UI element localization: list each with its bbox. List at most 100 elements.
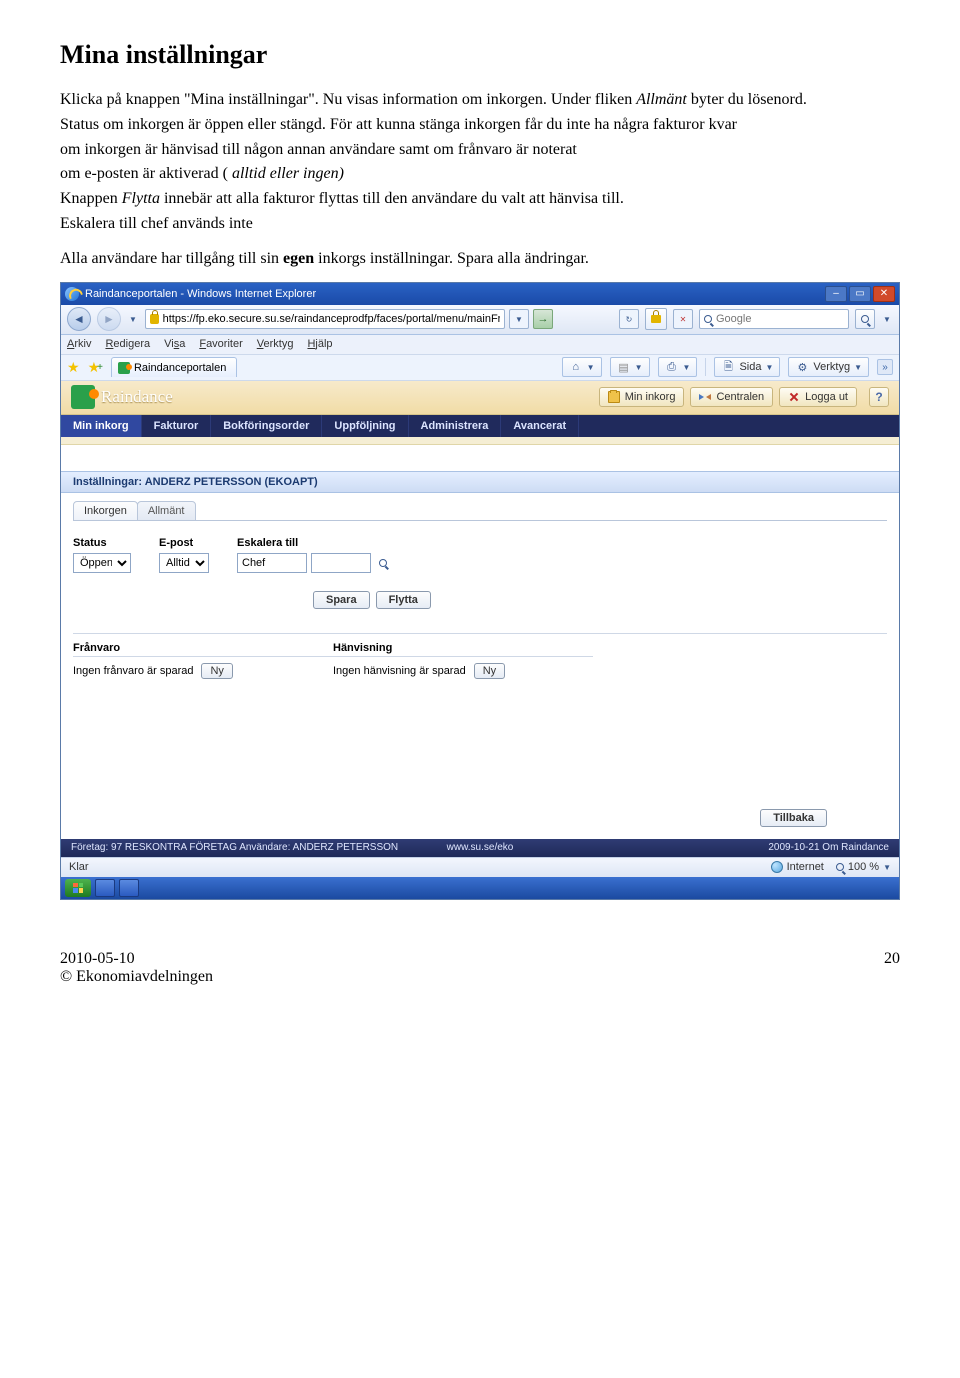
tab-favicon bbox=[118, 362, 130, 374]
browser-tabs-row: ★ ★+ Raindanceportalen ⌂▼ ▤▼ ⎙▼ 🗎Sida▼ ⚙… bbox=[61, 355, 899, 381]
go-button[interactable]: → bbox=[533, 309, 553, 329]
app-brand: Raindance bbox=[101, 387, 173, 407]
tab-inkorgen[interactable]: Inkorgen bbox=[73, 501, 138, 521]
ny-franvaro-button[interactable]: Ny bbox=[201, 663, 232, 679]
arrows-icon bbox=[699, 391, 711, 403]
tillbaka-button[interactable]: Tillbaka bbox=[760, 809, 827, 827]
footer-mid-text: www.su.se/eko bbox=[447, 842, 514, 853]
epost-label: E-post bbox=[159, 537, 209, 549]
taskbar-item[interactable] bbox=[95, 879, 115, 897]
franvaro-text: Ingen frånvaro är sparad bbox=[73, 665, 193, 677]
windows-taskbar bbox=[61, 877, 899, 899]
eskalera-code-input[interactable] bbox=[311, 553, 371, 573]
add-favorite-icon[interactable]: ★+ bbox=[88, 359, 103, 376]
search-icon bbox=[704, 315, 712, 323]
app-header: Raindance Min inkorg Centralen Logga ut … bbox=[61, 381, 899, 415]
tools-menu-button[interactable]: ⚙Verktyg▼ bbox=[788, 357, 869, 377]
epost-select[interactable]: Alltid bbox=[159, 553, 209, 573]
page-menu-button[interactable]: 🗎Sida▼ bbox=[714, 357, 780, 377]
search-button[interactable] bbox=[855, 309, 875, 329]
overflow-button[interactable]: » bbox=[877, 359, 893, 375]
address-dropdown[interactable]: ▼ bbox=[509, 309, 529, 329]
menu-uppfoljning[interactable]: Uppföljning bbox=[322, 415, 408, 437]
address-bar[interactable]: https://fp.eko.secure.su.se/raindancepro… bbox=[145, 309, 505, 329]
taskbar-item[interactable] bbox=[119, 879, 139, 897]
stop-button[interactable]: ✕ bbox=[673, 309, 693, 329]
window-title: Raindanceportalen - Windows Internet Exp… bbox=[85, 288, 316, 300]
nav-history-dropdown[interactable]: ▼ bbox=[127, 307, 139, 331]
logout-button[interactable]: Logga ut bbox=[779, 387, 857, 407]
menu-fakturor[interactable]: Fakturor bbox=[142, 415, 212, 437]
browser-window: Raindanceportalen - Windows Internet Exp… bbox=[60, 282, 900, 900]
paragraph: om inkorgen är hänvisad till någon annan… bbox=[60, 140, 900, 161]
paragraph: om e-posten är aktiverad ( alltid eller … bbox=[60, 164, 900, 185]
menu-bokforingsorder[interactable]: Bokföringsorder bbox=[211, 415, 322, 437]
search-provider-dropdown[interactable]: ▼ bbox=[881, 307, 893, 331]
zoom-icon bbox=[836, 863, 844, 871]
search-box[interactable]: Google bbox=[699, 309, 849, 329]
lookup-icon[interactable] bbox=[375, 555, 391, 571]
paragraph: Knappen Flytta innebär att alla fakturor… bbox=[60, 189, 900, 210]
browser-status-bar: Klar Internet 100 %▼ bbox=[61, 857, 899, 877]
app-main-menu: Min inkorg Fakturor Bokföringsorder Uppf… bbox=[61, 415, 899, 437]
menu-hjalp[interactable]: Hjälp bbox=[307, 338, 332, 350]
globe-icon bbox=[771, 861, 783, 873]
minimize-button[interactable]: – bbox=[825, 286, 847, 302]
close-button[interactable]: ✕ bbox=[873, 286, 895, 302]
flytta-button[interactable]: Flytta bbox=[376, 591, 431, 609]
ny-hanvisning-button[interactable]: Ny bbox=[474, 663, 505, 679]
min-inkorg-button[interactable]: Min inkorg bbox=[599, 387, 685, 407]
page-heading: Mina inställningar bbox=[60, 40, 900, 70]
favorites-icon[interactable]: ★ bbox=[67, 359, 80, 376]
menu-favoriter[interactable]: Favoriter bbox=[199, 338, 242, 350]
footer-org: © Ekonomiavdelningen bbox=[60, 968, 213, 986]
start-button[interactable] bbox=[65, 879, 91, 897]
franvaro-heading: Frånvaro bbox=[73, 642, 333, 654]
back-button[interactable]: ◄ bbox=[67, 307, 91, 331]
eskalera-label: Eskalera till bbox=[237, 537, 391, 549]
document-footer: 2010-05-10 © Ekonomiavdelningen 20 bbox=[60, 950, 900, 986]
zoom-control[interactable]: 100 %▼ bbox=[836, 861, 891, 873]
zone-text: Internet bbox=[787, 861, 824, 873]
centralen-button[interactable]: Centralen bbox=[690, 387, 773, 407]
feeds-button[interactable]: ▤▼ bbox=[610, 357, 650, 377]
footer-right-text: 2009-10-21 Om Raindance bbox=[768, 842, 889, 853]
folder-icon bbox=[608, 391, 620, 403]
print-button[interactable]: ⎙▼ bbox=[658, 357, 698, 377]
forward-button[interactable]: ► bbox=[97, 307, 121, 331]
ssl-lock-icon bbox=[150, 314, 159, 324]
footer-left-text: Företag: 97 RESKONTRA FÖRETAG Användare:… bbox=[71, 842, 398, 853]
status-text: Klar bbox=[69, 861, 89, 873]
menu-arkiv[interactable]: Arkiv bbox=[67, 338, 91, 350]
url-text: https://fp.eko.secure.su.se/raindancepro… bbox=[163, 313, 500, 325]
search-placeholder: Google bbox=[716, 313, 751, 325]
paragraph: Alla användare har tillgång till sin ege… bbox=[60, 249, 900, 270]
hanvisning-text: Ingen hänvisning är sparad bbox=[333, 665, 466, 677]
ie-icon bbox=[65, 287, 79, 301]
browser-tab[interactable]: Raindanceportalen bbox=[111, 357, 237, 377]
status-label: Status bbox=[73, 537, 131, 549]
menu-min-inkorg[interactable]: Min inkorg bbox=[61, 415, 142, 437]
menu-redigera[interactable]: Redigera bbox=[105, 338, 150, 350]
maximize-button[interactable]: ▭ bbox=[849, 286, 871, 302]
app-logo-icon bbox=[71, 385, 95, 409]
refresh-button[interactable]: ↻ bbox=[619, 309, 639, 329]
security-lock-icon[interactable] bbox=[645, 308, 667, 330]
help-button[interactable]: ? bbox=[869, 387, 889, 407]
browser-nav-row: ◄ ► ▼ https://fp.eko.secure.su.se/rainda… bbox=[61, 305, 899, 335]
menu-visa[interactable]: Visa bbox=[164, 338, 185, 350]
browser-menu-bar: Arkiv Redigera Visa Favoriter Verktyg Hj… bbox=[61, 335, 899, 355]
eskalera-input[interactable] bbox=[237, 553, 307, 573]
status-select[interactable]: Öppen bbox=[73, 553, 131, 573]
paragraph: Status om inkorgen är öppen eller stängd… bbox=[60, 115, 900, 136]
hanvisning-heading: Hänvisning bbox=[333, 642, 593, 654]
spara-button[interactable]: Spara bbox=[313, 591, 370, 609]
paragraph: Eskalera till chef används inte bbox=[60, 214, 900, 235]
menu-avancerat[interactable]: Avancerat bbox=[501, 415, 579, 437]
close-icon bbox=[788, 391, 800, 403]
menu-verktyg[interactable]: Verktyg bbox=[257, 338, 294, 350]
menu-administrera[interactable]: Administrera bbox=[409, 415, 502, 437]
tab-allmant[interactable]: Allmänt bbox=[137, 501, 196, 521]
home-button[interactable]: ⌂▼ bbox=[562, 357, 602, 377]
panel-title: Inställningar: ANDERZ PETERSSON (EKOAPT) bbox=[61, 471, 899, 493]
